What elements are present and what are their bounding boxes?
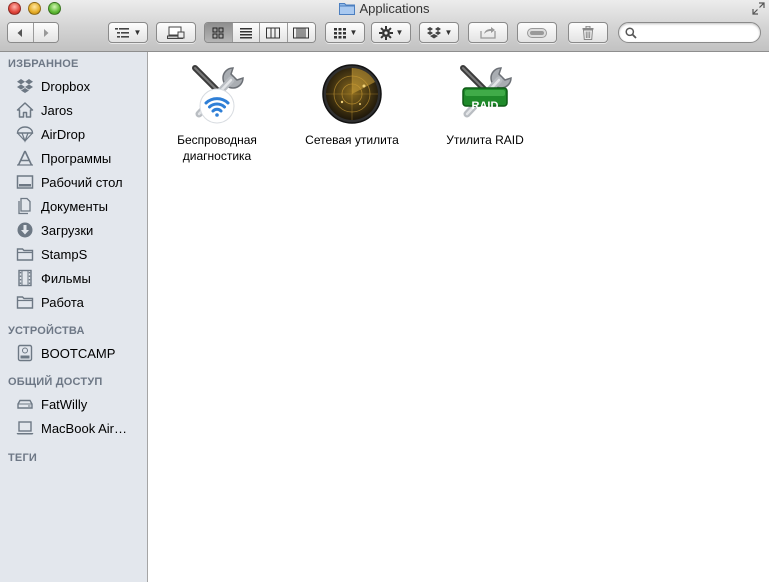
sidebar-item-desktop[interactable]: Рабочий стол <box>16 172 123 192</box>
path-button[interactable] <box>156 22 196 43</box>
folder-icon <box>16 296 34 309</box>
movies-icon <box>18 269 32 287</box>
downloads-icon <box>17 222 33 238</box>
wireless-diagnostics-icon <box>192 65 244 124</box>
cover-flow-icon <box>293 27 310 38</box>
app-item-wireless-diagnostics[interactable]: Беспроводная диагностика <box>152 62 282 164</box>
sidebar-item-label: Фильмы <box>41 270 91 286</box>
dropbox-menu-button[interactable]: ▼ <box>419 22 459 43</box>
share-icon <box>480 27 496 39</box>
item-arrangement-button[interactable]: ▼ <box>108 22 148 43</box>
finder-window: Applications ▼ ▼ ▼ ▼ ИЗБРАННОЕ Dropbox J… <box>0 0 769 582</box>
titlebar: Applications ▼ ▼ ▼ ▼ <box>0 0 769 52</box>
trash-icon <box>582 25 594 40</box>
airdrop-icon <box>16 126 34 143</box>
content-area: Беспроводная диагностика Сетевая утилита… <box>149 52 769 582</box>
dropbox-icon <box>17 79 33 93</box>
sidebar-item-label: Работа <box>41 294 84 310</box>
column-view-button[interactable] <box>260 23 288 42</box>
folder-icon <box>16 248 34 261</box>
app-label: Утилита RAID <box>446 133 524 147</box>
arrange-grid-icon <box>333 27 346 38</box>
network-utility-icon <box>322 64 382 124</box>
sidebar-item-label: Dropbox <box>41 78 91 94</box>
drive-icon <box>17 344 33 362</box>
app-item-network-utility[interactable]: Сетевая утилита <box>287 62 417 148</box>
sidebar-item-fatwilly[interactable]: FatWilly <box>16 394 87 414</box>
app-label: Сетевая утилита <box>305 133 399 147</box>
sidebar-item-label: MacBook Air… <box>41 420 127 436</box>
sidebar-item-label: Загрузки <box>41 222 94 238</box>
sidebar-item-bootcamp[interactable]: BOOTCAMP <box>16 343 115 363</box>
sidebar-heading-tags: ТЕГИ <box>8 452 37 464</box>
sidebar-heading-devices: УСТРОЙСТВА <box>8 325 85 337</box>
sidebar-item-label: Jaros <box>41 102 73 118</box>
app-label: Беспроводная диагностика <box>177 133 257 163</box>
sidebar-item-label: AirDrop <box>41 126 86 142</box>
server-icon <box>17 399 33 409</box>
window-title-text: Applications <box>359 1 430 16</box>
folder-icon <box>339 3 356 15</box>
sidebar-item-label: Документы <box>41 198 109 214</box>
chevron-left-icon <box>17 28 23 37</box>
chevron-down-icon: ▼ <box>133 28 142 37</box>
dropbox-icon <box>426 26 441 38</box>
back-forward-control <box>7 22 59 43</box>
sidebar-item-label: StampS <box>41 246 88 262</box>
applications-icon <box>17 150 33 166</box>
column-view-icon <box>266 27 281 38</box>
raid-badge: RAID <box>471 100 499 112</box>
list-view-button[interactable] <box>232 23 260 42</box>
app-item-raid-utility[interactable]: RAID Утилита RAID <box>420 62 550 148</box>
forward-button[interactable] <box>33 23 58 42</box>
tags-button[interactable] <box>517 22 557 43</box>
tag-pill-icon <box>527 27 547 38</box>
share-button[interactable] <box>468 22 508 43</box>
sidebar-item-airdrop[interactable]: AirDrop <box>16 124 85 144</box>
grid-view-icon <box>212 27 224 38</box>
fullscreen-icon[interactable] <box>752 2 765 15</box>
sidebar-item-downloads[interactable]: Загрузки <box>16 220 93 240</box>
laptop-icon <box>16 421 34 435</box>
sidebar-heading-favorites: ИЗБРАННОЕ <box>8 58 79 70</box>
documents-icon <box>18 197 31 215</box>
chevron-down-icon: ▼ <box>349 28 358 37</box>
sidebar-item-macbook-air[interactable]: MacBook Air… <box>16 418 127 438</box>
cover-flow-view-button[interactable] <box>287 23 315 42</box>
view-mode-control <box>204 22 316 43</box>
chevron-right-icon <box>43 28 49 37</box>
gear-icon <box>378 25 393 40</box>
search-icon <box>625 27 637 39</box>
arrange-button[interactable]: ▼ <box>325 22 365 43</box>
home-icon <box>16 102 34 118</box>
sidebar-item-stamps[interactable]: StampS <box>16 244 87 264</box>
computer-path-icon <box>167 26 185 39</box>
sidebar-item-dropbox[interactable]: Dropbox <box>16 76 90 96</box>
sidebar-item-label: BOOTCAMP <box>41 345 116 361</box>
sidebar-item-applications[interactable]: Программы <box>16 148 111 168</box>
sidebar-item-movies[interactable]: Фильмы <box>16 268 91 288</box>
action-button[interactable]: ▼ <box>371 22 411 43</box>
desktop-icon <box>16 175 34 189</box>
sidebar-item-label: Рабочий стол <box>41 174 123 190</box>
sidebar-item-label: FatWilly <box>41 396 88 412</box>
chevron-down-icon: ▼ <box>395 28 404 37</box>
chevron-down-icon: ▼ <box>444 28 453 37</box>
sidebar-item-work[interactable]: Работа <box>16 292 84 312</box>
list-view-icon <box>239 27 252 38</box>
back-button[interactable] <box>8 23 34 42</box>
delete-button[interactable] <box>568 22 608 43</box>
raid-utility-icon <box>460 65 512 118</box>
sidebar-item-label: Программы <box>41 150 112 166</box>
icon-view-button[interactable] <box>205 23 233 42</box>
search-field[interactable] <box>618 22 761 43</box>
list-arrangement-icon <box>114 27 129 38</box>
sidebar: ИЗБРАННОЕ Dropbox Jaros AirDrop Программ… <box>0 52 148 582</box>
sidebar-heading-shared: ОБЩИЙ ДОСТУП <box>8 376 103 388</box>
window-title: Applications <box>0 1 769 16</box>
sidebar-item-documents[interactable]: Документы <box>16 196 108 216</box>
sidebar-item-jaros[interactable]: Jaros <box>16 100 73 120</box>
